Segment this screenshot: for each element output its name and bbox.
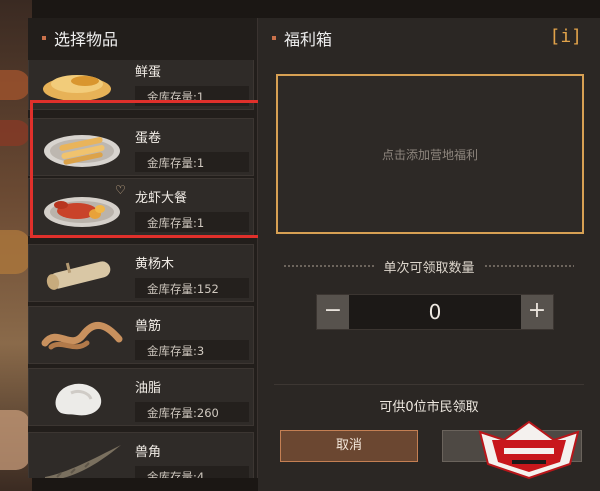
panel-title: 福利箱 [284, 30, 333, 49]
scene-decor [0, 70, 30, 100]
list-item[interactable]: 油脂 金库存量:260 [28, 368, 254, 426]
welfare-dropzone[interactable]: 点击添加营地福利 [276, 74, 584, 234]
item-stock: 金库存量:4 [135, 466, 249, 478]
item-name: 兽角 [135, 445, 162, 460]
quantity-label: 单次可领取数量 [383, 260, 475, 276]
item-stock: 金库存量:152 [135, 278, 249, 298]
favorite-icon: ♡ [115, 183, 126, 197]
divider [484, 265, 575, 267]
scene-decor [0, 410, 30, 470]
dropzone-hint: 点击添加营地福利 [381, 147, 478, 162]
item-name: 鲜蛋 [135, 65, 162, 80]
item-select-panel: 选择物品 鲜蛋 金库存量:1 蛋卷 金库存量:1 ♡ 龙虾大餐 金库存量:1 黄… [28, 18, 258, 478]
cancel-button[interactable]: 取消 [280, 430, 418, 462]
watermark-logo-icon [478, 420, 580, 480]
tendon-icon [41, 322, 123, 350]
item-stock: 金库存量:1 [135, 152, 249, 172]
info-icon[interactable]: [i] [549, 26, 582, 47]
header-mark [42, 36, 46, 40]
egg-roll-icon [44, 135, 120, 167]
item-list[interactable]: 鲜蛋 金库存量:1 蛋卷 金库存量:1 ♡ 龙虾大餐 金库存量:1 黄杨木 金库… [28, 60, 258, 478]
quantity-value: 0 [428, 300, 442, 324]
item-stock: 金库存量:260 [135, 402, 249, 422]
list-item[interactable]: 黄杨木 金库存量:152 [28, 244, 254, 302]
scene-decor [0, 120, 30, 146]
list-item[interactable]: ♡ 龙虾大餐 金库存量:1 [28, 178, 254, 236]
quantity-stepper[interactable]: − 0 + [316, 294, 554, 330]
item-stock: 金库存量:3 [135, 340, 249, 360]
wood-log-icon [46, 261, 111, 290]
item-name: 蛋卷 [135, 131, 162, 146]
panel-header: 福利箱 [i] [258, 18, 600, 58]
divider [284, 265, 374, 267]
egg-dish-icon [43, 75, 111, 101]
lobster-meal-icon [44, 197, 120, 227]
item-stock: 金库存量:1 [135, 212, 249, 232]
fat-icon [55, 383, 102, 416]
list-item[interactable]: 鲜蛋 金库存量:1 [28, 60, 254, 110]
minus-button[interactable]: − [317, 295, 349, 329]
list-item[interactable]: 蛋卷 金库存量:1 [28, 118, 254, 176]
horn-icon [45, 445, 121, 478]
quantity-label-row: 单次可领取数量 [274, 256, 584, 276]
item-name: 油脂 [135, 381, 162, 396]
header-mark [272, 36, 276, 40]
divider [274, 384, 584, 385]
list-item[interactable]: 兽角 金库存量:4 [28, 432, 254, 478]
panel-title: 选择物品 [54, 30, 119, 49]
scene-decor [0, 230, 30, 274]
panel-header: 选择物品 [28, 18, 257, 58]
item-name: 龙虾大餐 [135, 191, 188, 206]
item-stock: 金库存量:1 [135, 86, 249, 106]
plus-button[interactable]: + [521, 295, 553, 329]
item-name: 黄杨木 [135, 257, 175, 272]
item-name: 兽筋 [135, 319, 162, 334]
list-item[interactable]: 兽筋 金库存量:3 [28, 306, 254, 364]
citizens-text: 可供0位市民领取 [379, 400, 479, 415]
